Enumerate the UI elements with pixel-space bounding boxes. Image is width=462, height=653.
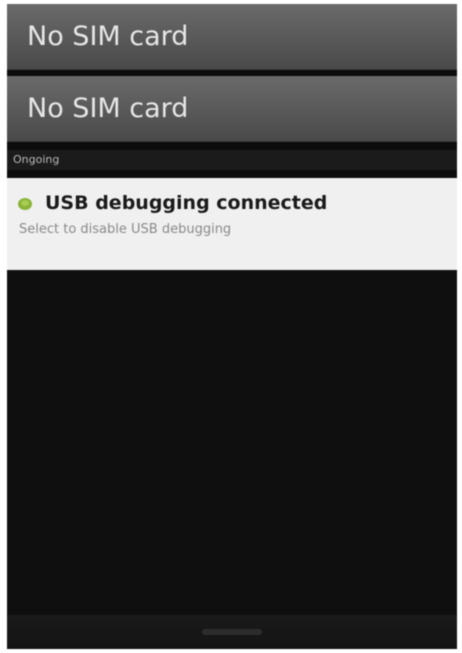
usb-debugging-notification[interactable]: USB debugging connected Select to disabl… — [7, 178, 457, 270]
android-usb-icon — [17, 195, 33, 211]
carrier-label-row: No SIM card — [7, 4, 457, 70]
notification-subtitle: Select to disable USB debugging — [19, 222, 232, 237]
ongoing-section-header: Ongoing — [7, 150, 457, 170]
notification-header: USB debugging connected — [17, 192, 457, 214]
drag-grip-icon — [202, 629, 262, 635]
shade-empty-area — [7, 270, 457, 615]
carrier-label: No SIM card — [27, 21, 189, 52]
notification-title: USB debugging connected — [45, 192, 328, 214]
carrier-label: No SIM card — [27, 93, 189, 124]
carrier-label-row: No SIM card — [7, 76, 457, 142]
shade-drag-handle[interactable] — [7, 615, 457, 649]
notification-shade: No SIM card No SIM card Ongoing USB debu… — [7, 4, 457, 649]
